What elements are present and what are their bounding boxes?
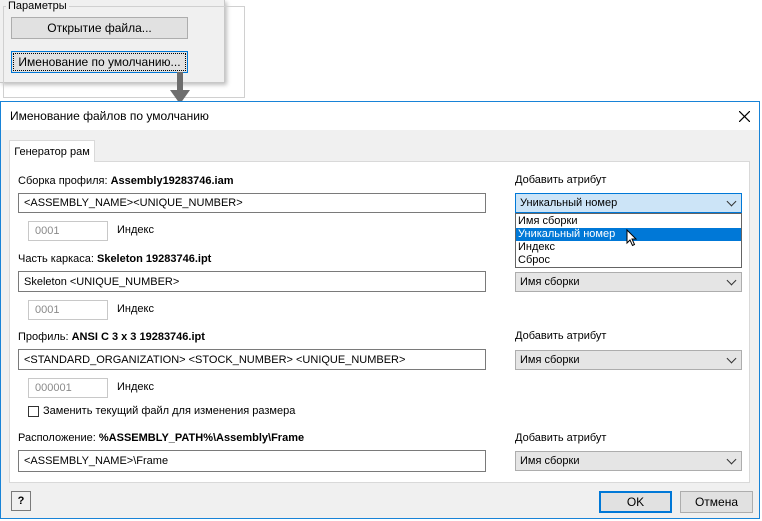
cancel-button[interactable]: Отмена [680,491,753,513]
chevron-down-icon [726,196,737,207]
profile-assembly-filename: Assembly19283746.iam [110,175,234,187]
location-input[interactable]: <ASSEMBLY_NAME>\Frame [18,450,486,472]
ok-button[interactable]: OK [599,491,672,513]
replace-file-checkbox-label: Заменить текущий файл для изменения разм… [43,405,296,417]
chevron-down-icon [726,454,737,465]
skeleton-part-input[interactable]: Skeleton <UNIQUE_NUMBER> [18,271,486,292]
skeleton-part-label: Часть каркаса: Skeleton 19283746.ipt [18,253,212,265]
tab-frame-generator[interactable]: Генератор рам [9,140,95,162]
add-attribute-label-2: Добавить атрибут [515,330,607,342]
dropdown-option-assembly-name[interactable]: Имя сборки [516,215,741,228]
dropdown-option-reset[interactable]: Сброс [516,254,741,267]
open-file-button[interactable]: Открытие файла... [11,17,188,39]
tab-page: Сборка профиля: Assembly19283746.iam Доб… [9,161,750,483]
default-naming-button[interactable]: Именование по умолчанию... [11,51,188,73]
chevron-down-icon [726,353,737,364]
profile-assembly-label: Сборка профиля: Assembly19283746.iam [18,175,234,187]
options-panel: Параметры Открытие файла... Именование п… [0,0,245,98]
add-attribute-label-3: Добавить атрибут [515,432,607,444]
profile-attribute-select[interactable]: Имя сборки [515,350,742,370]
chevron-down-icon [726,275,737,286]
close-button[interactable] [729,102,759,130]
mouse-cursor-icon [626,229,638,247]
replace-file-checkbox[interactable] [28,406,39,417]
profile-assembly-index-input[interactable]: 0001 [28,221,108,241]
help-button[interactable]: ? [11,491,31,511]
profile-input[interactable]: <STANDARD_ORGANIZATION> <STOCK_NUMBER> <… [18,349,486,370]
select-value: Имя сборки [520,354,580,366]
add-attribute-label-1: Добавить атрибут [515,174,607,186]
select-value: Уникальный номер [520,197,618,209]
options-group-title: Параметры [6,0,69,12]
help-icon: ? [17,495,25,507]
naming-dialog: Именование файлов по умолчанию Генератор… [0,101,760,519]
location-label: Расположение: %ASSEMBLY_PATH%\Assembly\F… [18,432,305,444]
index-label-2: Индекс [117,303,154,315]
index-label-3: Индекс [117,381,154,393]
skeleton-part-index-input[interactable]: 0001 [28,300,108,320]
dialog-title: Именование файлов по умолчанию [10,109,209,123]
dialog-client-area: Генератор рам Сборка профиля: Assembly19… [1,130,759,518]
skeleton-part-filename: Skeleton 19283746.ipt [96,253,212,265]
tab-label: Генератор рам [14,145,90,158]
profile-assembly-input[interactable]: <ASSEMBLY_NAME><UNIQUE_NUMBER> [18,193,486,213]
select-value: Имя сборки [520,276,580,288]
select-value: Имя сборки [520,455,580,467]
skeleton-part-attribute-select[interactable]: Имя сборки [515,272,742,292]
profile-index-input[interactable]: 000001 [28,378,108,398]
profile-assembly-attribute-select[interactable]: Уникальный номер [515,193,742,213]
location-path: %ASSEMBLY_PATH%\Assembly\Frame [98,432,305,444]
attribute-dropdown-list: Имя сборки Уникальный номер Индекс Сброс [515,213,742,268]
close-icon [738,110,750,122]
index-label-1: Индекс [117,224,154,236]
profile-label: Профиль: ANSI C 3 x 3 19283746.ipt [18,331,205,343]
location-attribute-select[interactable]: Имя сборки [515,451,742,471]
profile-filename: ANSI C 3 x 3 19283746.ipt [71,331,205,343]
